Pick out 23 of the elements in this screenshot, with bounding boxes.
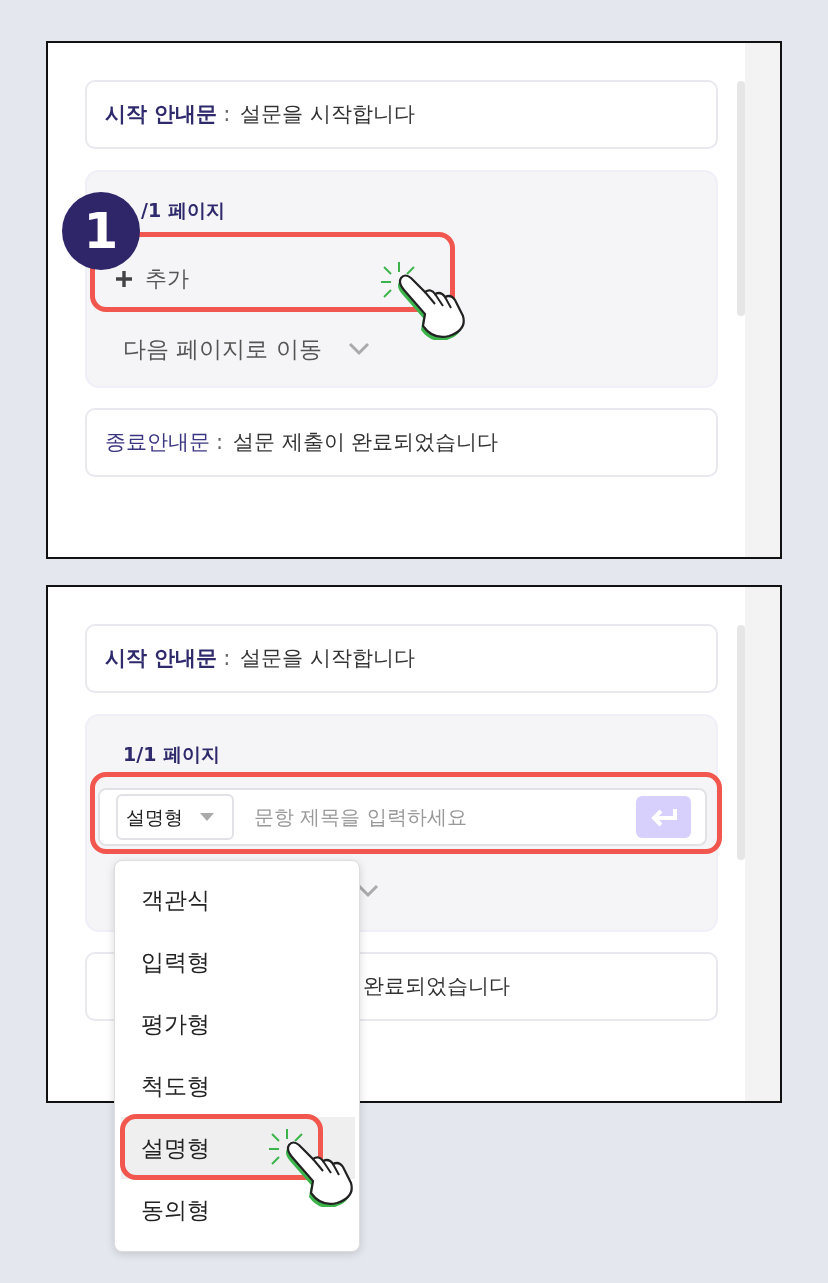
chevron-down-icon: [347, 342, 370, 357]
notice-text: 설문을 시작합니다: [240, 100, 416, 128]
notice-label: 종료안내문: [105, 428, 210, 456]
notice-text: 설문을 시작합니다: [240, 644, 416, 672]
separator: :: [223, 644, 231, 672]
notice-text: 완료되었습니다: [363, 972, 510, 1000]
page-title: /1 페이지: [141, 198, 225, 223]
next-page-select[interactable]: 다음 페이지로 이동: [123, 332, 370, 367]
plus-icon: [115, 269, 133, 288]
chevron-down-icon: [357, 884, 379, 898]
separator: :: [216, 428, 224, 456]
type-select[interactable]: 설명형: [116, 794, 234, 840]
title-input[interactable]: 문항 제목을 입력하세요: [252, 801, 636, 833]
notice-label: 시작 안내문: [105, 100, 218, 128]
question-input-field[interactable]: 설명형 문항 제목을 입력하세요: [98, 788, 707, 846]
notice-label: 시작 안내문: [105, 644, 218, 672]
step-number-badge: 1: [62, 192, 140, 270]
notice-text: 설문 제출이 완료되었습니다: [233, 428, 499, 456]
enter-button[interactable]: [636, 796, 691, 838]
select-text: 다음 페이지로 이동: [123, 335, 322, 364]
caret-down-icon: [200, 813, 214, 821]
separator: :: [223, 100, 231, 128]
page-title: 1/1 페이지: [123, 742, 220, 767]
